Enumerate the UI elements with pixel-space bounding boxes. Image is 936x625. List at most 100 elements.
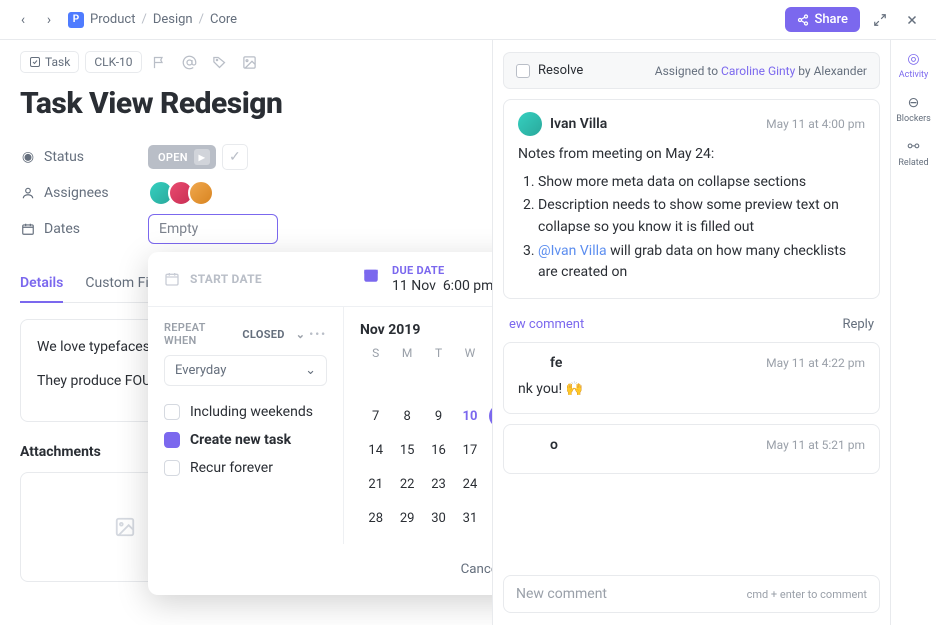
- comment-time: May 11 at 4:00 pm: [766, 117, 865, 131]
- cancel-button[interactable]: Cancel: [447, 554, 492, 585]
- comment-author: fe: [550, 355, 562, 371]
- calendar-day[interactable]: 11: [489, 404, 492, 428]
- assignee-link[interactable]: Caroline Ginty: [721, 64, 795, 78]
- bc-list[interactable]: Core: [210, 12, 237, 27]
- image-icon[interactable]: [238, 50, 262, 74]
- bc-folder[interactable]: Design: [153, 12, 193, 27]
- dates-input[interactable]: Empty: [148, 214, 278, 244]
- top-bar: ‹ › P Product / Design / Core Share: [0, 0, 936, 40]
- avatar[interactable]: [518, 112, 542, 136]
- comment-author: o: [550, 437, 558, 453]
- calendar-day[interactable]: 14: [360, 438, 391, 462]
- tab-details[interactable]: Details: [20, 267, 63, 303]
- assigned-text: Assigned to Caroline Ginty by Alexander: [655, 64, 867, 78]
- calendar-icon: [360, 264, 382, 286]
- repeat-frequency-select[interactable]: Everyday⌄: [164, 355, 327, 386]
- more-icon[interactable]: •••: [309, 328, 327, 341]
- complete-checkbox[interactable]: ✓: [222, 144, 248, 170]
- comment: fe May 11 at 4:22 pm nk you! 🙌: [503, 342, 880, 414]
- calendar-day: [423, 370, 454, 394]
- new-comment-link[interactable]: ew comment: [509, 317, 584, 332]
- close-icon[interactable]: [900, 8, 924, 32]
- comment-footer: ew comment Reply: [503, 309, 880, 332]
- status-icon: ◉: [20, 149, 36, 165]
- nav-forward-icon[interactable]: ›: [38, 9, 60, 31]
- person-icon: [20, 185, 36, 201]
- share-button[interactable]: Share: [785, 7, 860, 32]
- blockers-icon: ⊖: [905, 94, 923, 112]
- calendar-day: [391, 370, 422, 394]
- task-type-chip[interactable]: Task: [20, 51, 79, 73]
- start-date-section[interactable]: START DATE: [148, 252, 344, 306]
- opt-including-weekends[interactable]: Including weekends: [164, 398, 327, 426]
- calendar-icon: [164, 271, 180, 287]
- comment: o May 11 at 5:21 pm: [503, 424, 880, 474]
- mention-icon[interactable]: [178, 50, 202, 74]
- repeat-label[interactable]: REPEAT WHEN CLOSED ⌄•••: [164, 321, 327, 347]
- list-item: Description needs to show some preview t…: [538, 195, 865, 238]
- calendar-day[interactable]: 10: [454, 404, 485, 428]
- calendar-day[interactable]: 18: [486, 438, 492, 462]
- task-title[interactable]: Task View Redesign: [20, 86, 472, 121]
- chevron-down-icon: ⌄: [305, 363, 316, 378]
- calendar-day[interactable]: 29: [391, 506, 422, 530]
- new-comment-input[interactable]: New comment cmd + enter to comment: [503, 575, 880, 613]
- nav-back-icon[interactable]: ‹: [12, 9, 34, 31]
- chevron-down-icon: ⌄: [296, 328, 306, 341]
- calendar-day[interactable]: 22: [391, 472, 422, 496]
- play-icon[interactable]: ▶: [194, 149, 210, 165]
- flag-icon[interactable]: [148, 50, 172, 74]
- comment-time: May 11 at 5:21 pm: [766, 438, 865, 452]
- calendar-day[interactable]: 16: [423, 438, 454, 462]
- calendar-day: [486, 370, 492, 394]
- calendar-month: Nov 2019: [360, 322, 420, 338]
- task-id-chip[interactable]: CLK-10: [85, 51, 141, 73]
- calendar-day[interactable]: 23: [423, 472, 454, 496]
- rail-activity[interactable]: ◎Activity: [899, 50, 928, 80]
- calendar-day: [454, 370, 485, 394]
- mention-link[interactable]: @Ivan Villa: [538, 243, 607, 259]
- status-chip[interactable]: OPEN▶: [148, 145, 216, 169]
- tab-custom-fields[interactable]: Custom Fie: [85, 267, 156, 302]
- collapse-icon[interactable]: [868, 8, 892, 32]
- opt-recur-forever[interactable]: Recur forever: [164, 454, 327, 482]
- calendar-day[interactable]: 7: [360, 404, 391, 428]
- calendar-day[interactable]: 17: [454, 438, 485, 462]
- resolve-label[interactable]: Resolve: [538, 63, 583, 78]
- resolve-checkbox[interactable]: [516, 64, 530, 78]
- calendar-day[interactable]: 8: [391, 404, 422, 428]
- right-rail: ◎Activity ⊖Blockers ⚯Related: [890, 40, 936, 625]
- calendar-day: [360, 370, 391, 394]
- comment: Ivan Villa May 11 at 4:00 pm Notes from …: [503, 99, 880, 299]
- comment-author[interactable]: Ivan Villa: [550, 116, 607, 132]
- activity-icon: ◎: [905, 50, 923, 68]
- calendar-day[interactable]: 9: [423, 404, 454, 428]
- resolve-bar: Resolve Assigned to Caroline Ginty by Al…: [503, 52, 880, 89]
- assignee-avatars[interactable]: [148, 180, 208, 206]
- avatar[interactable]: [188, 180, 214, 206]
- calendar-day[interactable]: 24: [454, 472, 485, 496]
- list-item: Show more meta data on collapse sections: [538, 172, 865, 194]
- rail-related[interactable]: ⚯Related: [898, 138, 928, 168]
- calendar-day[interactable]: 28: [360, 506, 391, 530]
- calendar-day[interactable]: 31: [454, 506, 485, 530]
- due-date-section[interactable]: DUE DATE 11 Nov 6:00 pm✕: [344, 252, 492, 306]
- opt-create-new-task[interactable]: Create new task: [164, 426, 327, 454]
- calendar-day[interactable]: 21: [360, 472, 391, 496]
- calendar-day: [486, 506, 492, 530]
- tag-icon[interactable]: [208, 50, 232, 74]
- breadcrumb: P Product / Design / Core: [68, 12, 237, 28]
- reply-link[interactable]: Reply: [842, 317, 874, 332]
- calendar-icon: [20, 221, 36, 237]
- comment-text: Notes from meeting on May 24:: [518, 144, 865, 166]
- share-icon: [797, 14, 809, 26]
- calendar-grid: SMTWTFS127891011121314151617181920212223…: [360, 346, 492, 530]
- calendar-day[interactable]: 15: [391, 438, 422, 462]
- calendar-day[interactable]: 25: [486, 472, 492, 496]
- list-item: @Ivan Villa will grab data on how many c…: [538, 241, 865, 284]
- task-meta-row: Task CLK-10: [20, 50, 472, 74]
- rail-blockers[interactable]: ⊖Blockers: [896, 94, 931, 124]
- calendar-day[interactable]: 30: [423, 506, 454, 530]
- image-icon: [114, 516, 136, 538]
- bc-space[interactable]: Product: [90, 12, 135, 27]
